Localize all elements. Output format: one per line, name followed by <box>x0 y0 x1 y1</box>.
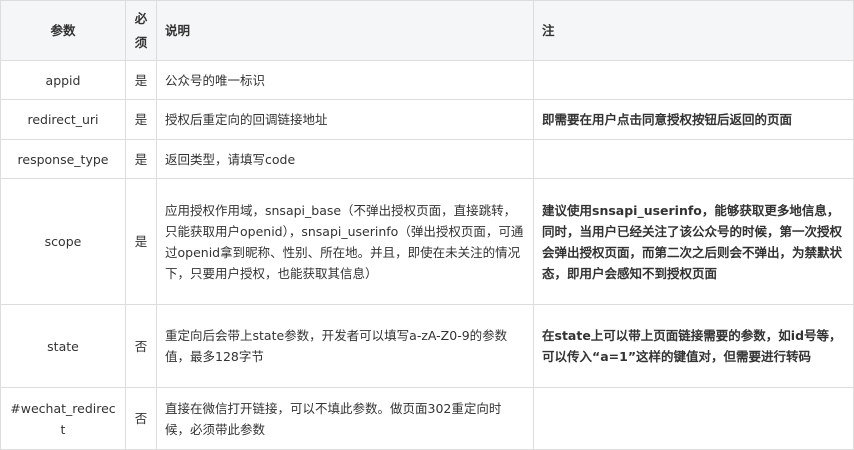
table-row: appid 是 公众号的唯一标识 <box>0 60 854 100</box>
description-cell: 公众号的唯一标识 <box>156 60 534 100</box>
description-cell: 返回类型，请填写code <box>156 139 534 179</box>
table-row: state 否 重定向后会带上state参数，开发者可以填写a-zA-Z0-9的… <box>0 304 854 388</box>
params-table: 参数 必须 说明 注 appid 是 公众号的唯一标识 redirect_uri… <box>0 0 854 450</box>
required-cell: 否 <box>125 304 157 388</box>
note-cell <box>533 60 854 100</box>
note-cell: 在state上可以带上页面链接需要的参数，如id号等，可以传入“a=1”这样的键… <box>533 304 854 388</box>
description-cell: 授权后重定向的回调链接地址 <box>156 99 534 140</box>
note-cell <box>533 387 854 450</box>
required-cell: 是 <box>125 178 157 305</box>
param-cell: response_type <box>0 139 126 179</box>
table-header-row: 参数 必须 说明 注 <box>0 0 854 61</box>
param-cell: state <box>0 304 126 388</box>
required-cell: 是 <box>125 139 157 179</box>
param-cell: #wechat_redirect <box>0 387 126 450</box>
table-row: redirect_uri 是 授权后重定向的回调链接地址 即需要在用户点击同意授… <box>0 99 854 140</box>
note-cell: 即需要在用户点击同意授权按钮后返回的页面 <box>533 99 854 140</box>
note-cell <box>533 139 854 179</box>
header-note: 注 <box>533 0 854 61</box>
description-cell: 重定向后会带上state参数，开发者可以填写a-zA-Z0-9的参数值，最多12… <box>156 304 534 388</box>
header-param: 参数 <box>0 0 126 61</box>
description-cell: 直接在微信打开链接，可以不填此参数。做页面302重定向时候，必须带此参数 <box>156 387 534 450</box>
note-cell: 建议使用snsapi_userinfo，能够获取更多地信息，同时，当用户已经关注… <box>533 178 854 305</box>
header-description: 说明 <box>156 0 534 61</box>
required-cell: 否 <box>125 387 157 450</box>
table-row: response_type 是 返回类型，请填写code <box>0 139 854 179</box>
description-cell: 应用授权作用域，snsapi_base（不弹出授权页面，直接跳转，只能获取用户o… <box>156 178 534 305</box>
param-cell: appid <box>0 60 126 100</box>
param-cell: redirect_uri <box>0 99 126 140</box>
header-required: 必须 <box>125 0 157 61</box>
table-row: #wechat_redirect 否 直接在微信打开链接，可以不填此参数。做页面… <box>0 387 854 450</box>
table-row: scope 是 应用授权作用域，snsapi_base（不弹出授权页面，直接跳转… <box>0 178 854 305</box>
required-cell: 是 <box>125 99 157 140</box>
required-cell: 是 <box>125 60 157 100</box>
param-cell: scope <box>0 178 126 305</box>
